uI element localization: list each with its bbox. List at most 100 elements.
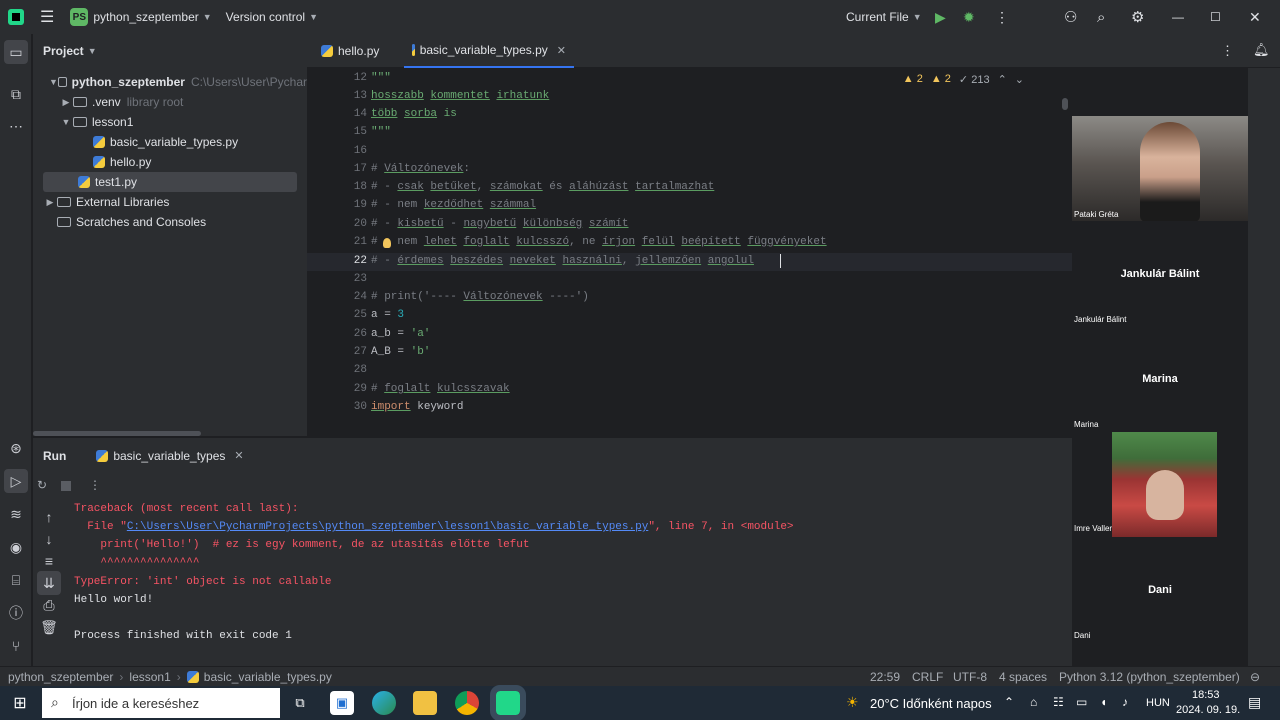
- breadcrumb-separator-icon: ›: [119, 669, 124, 684]
- problems-icon[interactable]: ⓘ: [4, 601, 28, 625]
- tray-battery-icon[interactable]: ▭: [1076, 695, 1087, 709]
- line-separator[interactable]: CRLF: [912, 670, 943, 684]
- main-menu-icon[interactable]: ☰: [40, 0, 54, 34]
- tree-item-hello[interactable]: hello.py: [33, 152, 307, 172]
- maximize-icon[interactable]: ☐: [1210, 0, 1221, 34]
- weather-icon[interactable]: ☀: [846, 694, 859, 711]
- participant-tile[interactable]: Marina Marina: [1072, 326, 1248, 431]
- account-icon[interactable]: ⚇: [1064, 0, 1077, 34]
- more-tools-icon[interactable]: ⋯: [4, 114, 28, 138]
- tree-item-hint: library root: [126, 95, 184, 109]
- folder-icon: [57, 77, 67, 87]
- tray-network-icon[interactable]: ⌂: [1030, 695, 1037, 709]
- run-panel-title[interactable]: Run: [43, 449, 66, 463]
- windows-start-icon[interactable]: ⊞: [8, 691, 32, 715]
- participant-tile[interactable]: Dani Dani: [1072, 537, 1248, 642]
- lock-icon[interactable]: ⊖: [1250, 670, 1260, 684]
- tab-options-icon[interactable]: ⋮: [1221, 43, 1234, 59]
- tree-item-scratches[interactable]: Scratches and Consoles: [33, 212, 307, 232]
- tab-hello-py[interactable]: hello.py: [313, 34, 387, 68]
- stop-icon[interactable]: [61, 481, 71, 491]
- tab-basic-variable-types[interactable]: basic_variable_types.py ✕: [404, 34, 574, 68]
- store-icon[interactable]: ▣: [330, 691, 354, 715]
- tray-speaker-icon[interactable]: ♪: [1122, 695, 1128, 709]
- breadcrumb-item[interactable]: basic_variable_types.py: [204, 670, 332, 684]
- tray-chevron-icon[interactable]: ⌃: [1004, 695, 1014, 709]
- run-config-selector[interactable]: Current File ▼: [846, 0, 922, 34]
- tree-item-project-root[interactable]: ▼ python_szeptember C:\Users\User\Pychar: [33, 72, 307, 92]
- horizontal-scrollbar[interactable]: [33, 431, 201, 436]
- file-explorer-icon[interactable]: [413, 691, 437, 715]
- console-side-toolbar: ↑ ↓ ≡ ⇊ ⎙ 🗑︎: [33, 499, 65, 666]
- layers-icon[interactable]: ≋: [4, 502, 28, 526]
- breadcrumb-item[interactable]: lesson1: [129, 670, 170, 684]
- close-window-icon[interactable]: ✕: [1249, 0, 1261, 34]
- structure-icon[interactable]: ⧉: [4, 82, 28, 106]
- participant-name: Pataki Gréta: [1074, 210, 1119, 219]
- scroll-to-end-icon[interactable]: ⇊: [37, 571, 61, 595]
- caret-position[interactable]: 22:59: [870, 670, 900, 684]
- services-icon[interactable]: ◉: [4, 535, 28, 559]
- prev-highlight-icon[interactable]: ⌃: [998, 73, 1007, 86]
- participant-tile[interactable]: Pataki Gréta: [1072, 116, 1248, 222]
- notifications-bell-icon[interactable]: 🔔︎: [1253, 42, 1270, 58]
- soft-wrap-icon[interactable]: ≡: [37, 549, 61, 573]
- tree-item-basic-variable-types[interactable]: basic_variable_types.py: [33, 132, 307, 152]
- scroll-down-icon[interactable]: ↓: [37, 527, 61, 551]
- next-highlight-icon[interactable]: ⌄: [1015, 73, 1024, 86]
- clear-trash-icon[interactable]: 🗑︎: [37, 615, 61, 639]
- file-encoding[interactable]: UTF-8: [953, 670, 987, 684]
- taskbar-search-box[interactable]: ⌕ Írjon ide a kereséshez: [42, 688, 280, 718]
- python-packages-icon[interactable]: ⊛: [4, 436, 28, 460]
- scroll-up-icon[interactable]: ↑: [37, 505, 61, 529]
- project-panel-header[interactable]: Project ▼: [33, 34, 307, 68]
- close-tab-icon[interactable]: ✕: [557, 44, 566, 57]
- indent-setting[interactable]: 4 spaces: [999, 670, 1047, 684]
- participant-tile[interactable]: Imre Valler: [1072, 431, 1248, 537]
- project-folder-icon[interactable]: ▭: [4, 40, 28, 64]
- tree-item-venv[interactable]: ▶ .venv library root: [33, 92, 307, 112]
- minimize-icon[interactable]: —: [1172, 0, 1184, 34]
- inspection-widget[interactable]: ▲ 2 ▲ 2 ✓ 213 ⌃ ⌄: [903, 68, 1024, 90]
- run-console[interactable]: Traceback (most recent call last): File …: [65, 499, 1072, 666]
- run-icon[interactable]: ▶: [935, 0, 946, 34]
- breadcrumb-item[interactable]: python_szeptember: [8, 670, 113, 684]
- run-more-icon[interactable]: ⋮: [89, 478, 101, 492]
- edge-icon[interactable]: [372, 691, 396, 715]
- chrome-icon[interactable]: [455, 691, 479, 715]
- more-actions-icon[interactable]: ⋮: [995, 0, 1009, 34]
- tree-item-lesson1[interactable]: ▼ lesson1: [33, 112, 307, 132]
- close-run-tab-icon[interactable]: ✕: [234, 449, 243, 462]
- pycharm-logo-icon: [8, 9, 24, 25]
- task-view-icon[interactable]: ⧉: [288, 691, 312, 715]
- git-icon[interactable]: ⑂: [4, 634, 28, 658]
- clock-time[interactable]: 18:53: [1192, 689, 1220, 701]
- tray-volume-icon[interactable]: ◖: [1100, 695, 1107, 709]
- console-file-link[interactable]: C:\Users\User\PycharmProjects\python_sze…: [127, 521, 649, 533]
- run-panel-icon[interactable]: ▷: [4, 469, 28, 493]
- rerun-icon[interactable]: ↻: [37, 478, 47, 492]
- console-line: Hello world!: [74, 594, 154, 606]
- notification-center-icon[interactable]: ▤: [1248, 694, 1261, 711]
- python-interpreter[interactable]: Python 3.12 (python_szeptember): [1059, 670, 1240, 684]
- participant-tile[interactable]: Jankulár Bálint Jankulár Bálint: [1072, 221, 1248, 326]
- search-icon[interactable]: ⌕: [1097, 0, 1105, 34]
- run-config-tab[interactable]: basic_variable_types ✕: [96, 449, 244, 463]
- input-language[interactable]: HUN: [1146, 697, 1170, 709]
- vcs-menu[interactable]: Version control ▼: [226, 0, 318, 34]
- tray-wifi-icon[interactable]: ☷: [1053, 695, 1064, 709]
- project-switcher[interactable]: PS python_szeptember ▼: [70, 0, 212, 34]
- clock-date[interactable]: 2024. 09. 19.: [1176, 704, 1240, 716]
- debug-icon[interactable]: ✹: [963, 0, 975, 34]
- python-file-icon: [93, 136, 105, 148]
- lightbulb-icon[interactable]: [383, 238, 391, 248]
- pycharm-taskbar-icon[interactable]: [490, 685, 526, 720]
- tree-item-external-libraries[interactable]: ▶ External Libraries: [33, 192, 307, 212]
- tree-item-test1[interactable]: test1.py: [43, 172, 297, 192]
- settings-gear-icon[interactable]: ⚙: [1131, 0, 1144, 34]
- weather-label[interactable]: 20°C Időnként napos: [870, 696, 992, 711]
- code-editor[interactable]: ▲ 2 ▲ 2 ✓ 213 ⌃ ⌄ 12 13 14 15 16 17 18 19 20 21 22…: [307, 68, 1072, 436]
- editor-scrollbar-thumb[interactable]: [1062, 98, 1068, 110]
- print-icon[interactable]: ⎙: [37, 593, 61, 617]
- terminal-icon[interactable]: ⌸: [4, 568, 28, 592]
